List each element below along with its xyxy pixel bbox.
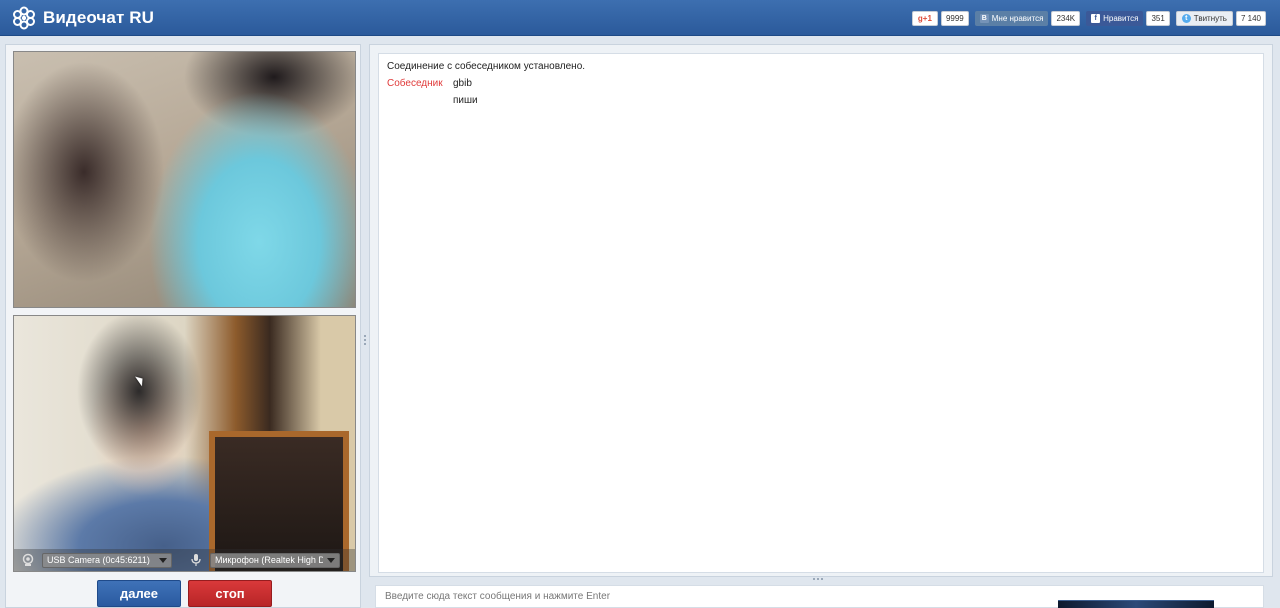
tweet-label: Твитнуть [1193, 14, 1227, 23]
fb-like-label: Нравится [1103, 14, 1139, 23]
camera-select-value: USB Camera (0c45:6211) [47, 555, 150, 565]
ad-banner[interactable] [1058, 600, 1214, 608]
tweet-count: 7 140 [1235, 11, 1266, 26]
microphone-icon [188, 552, 204, 568]
message-text: пиши [453, 95, 478, 106]
fb-like-button[interactable]: f Нравится [1086, 11, 1144, 26]
next-button[interactable]: далее [97, 580, 181, 607]
gplus-button[interactable]: g+1 [911, 11, 938, 26]
twitter-icon: t [1181, 14, 1191, 23]
gplus-count: 9999 [940, 11, 969, 26]
twitter-share[interactable]: t Твитнуть 7 140 [1175, 11, 1266, 26]
chat-message: Собеседник gbib [387, 78, 1255, 95]
camera-select[interactable]: USB Camera (0c45:6211) [42, 552, 172, 568]
social-buttons: g+1 9999 В Мне нравится 234K f Нравится … [911, 11, 1266, 26]
chat-resize-handle[interactable] [813, 578, 825, 581]
gplus-share[interactable]: g+1 9999 [911, 11, 969, 26]
vk-like-count: 234K [1051, 11, 1081, 26]
brand-title[interactable]: Видеочат RU [43, 8, 154, 28]
fb-like[interactable]: f Нравится 351 [1086, 11, 1170, 26]
device-bar: USB Camera (0c45:6211) Микрофон (Realtek… [14, 549, 355, 571]
microphone-select[interactable]: Микрофон (Realtek High Definition Audio) [210, 552, 340, 568]
top-bar: Видеочат RU g+1 9999 В Мне нравится 234K… [0, 0, 1280, 36]
stop-button[interactable]: стоп [188, 580, 272, 607]
chat-log[interactable]: Соединение с собеседником установлено. С… [378, 53, 1264, 573]
vk-like-label: Мне нравится [991, 14, 1044, 23]
tweet-button[interactable]: t Твитнуть [1175, 11, 1233, 26]
panel-resize-handle[interactable] [363, 335, 367, 347]
vk-like[interactable]: В Мне нравится 234K [974, 11, 1081, 26]
system-message: Соединение с собеседником установлено. [387, 61, 586, 72]
webcam-icon [20, 552, 36, 568]
vk-icon: В [979, 14, 989, 23]
mouse-cursor-icon [135, 373, 146, 387]
chevron-down-icon [159, 557, 167, 563]
fb-like-count: 351 [1146, 11, 1170, 26]
vk-like-button[interactable]: В Мне нравится [974, 11, 1049, 26]
video-panel: USB Camera (0c45:6211) Микрофон (Realtek… [5, 44, 361, 608]
flower-logo-icon[interactable] [12, 6, 36, 30]
chevron-down-icon [327, 557, 335, 563]
chat-panel: Соединение с собеседником установлено. С… [369, 44, 1273, 577]
chat-message: пиши [387, 95, 1255, 112]
own-video: USB Camera (0c45:6211) Микрофон (Realtek… [13, 315, 356, 572]
message-text: gbib [453, 78, 472, 89]
partner-video [13, 51, 356, 308]
message-sender [387, 95, 453, 112]
facebook-icon: f [1091, 14, 1101, 23]
microphone-select-value: Микрофон (Realtek High Definition Audio) [215, 555, 323, 565]
message-sender: Собеседник [387, 78, 443, 89]
